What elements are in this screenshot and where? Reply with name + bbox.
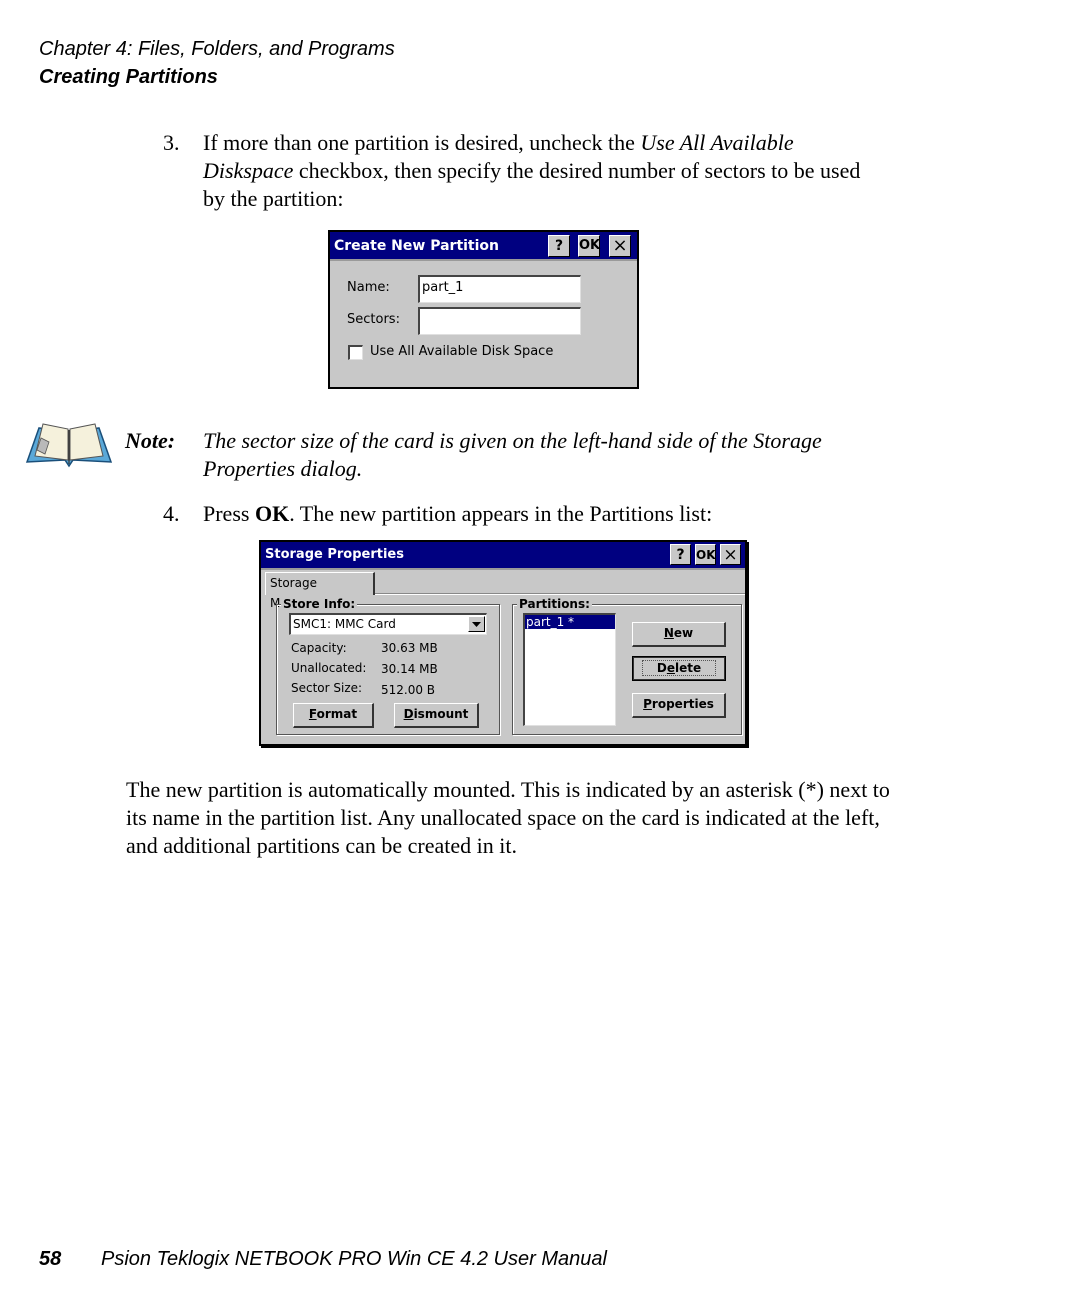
store-info-group: Store Info: SMC1: MMC Card Capacity: 30.… — [276, 597, 500, 735]
checkbox-label[interactable]: Use All Available Disk Space — [370, 344, 553, 359]
button-label: ew — [673, 626, 694, 640]
step-bold: OK — [254, 501, 290, 526]
group-title: Partitions: — [517, 597, 592, 611]
new-button[interactable]: New — [632, 622, 726, 647]
note-text: The sector size of the card is given on … — [203, 428, 822, 481]
chevron-down-icon — [472, 622, 481, 627]
open-book-icon — [25, 420, 113, 468]
mnemonic: e — [666, 661, 675, 675]
button-label: ismount — [413, 707, 469, 721]
dialog-titlebar: Storage Properties ? OK × — [261, 542, 745, 570]
note-label: Note: — [125, 428, 176, 453]
store-select[interactable]: SMC1: MMC Card — [289, 613, 487, 635]
dialog-titlebar: Create New Partition ? OK × — [330, 232, 637, 261]
dialog-title: Storage Properties — [265, 547, 404, 562]
properties-button[interactable]: Properties — [632, 693, 726, 718]
dropdown-arrow-button[interactable] — [468, 616, 485, 632]
step-text-part: checkbox, then specify the desired numbe… — [203, 158, 861, 211]
button-label: roperties — [651, 697, 714, 711]
sector-size-value: 512.00 B — [381, 683, 436, 697]
body-paragraph: The new partition is automatically mount… — [126, 777, 890, 858]
tab-strip-line — [374, 593, 745, 595]
page-footer: 58 Psion Teklogix NETBOOK PRO Win CE 4.2… — [39, 1248, 607, 1271]
chapter-heading: Chapter 4: Files, Folders, and Programs — [39, 38, 395, 60]
step-text-part: Press — [203, 501, 255, 526]
section-heading: Creating Partitions — [39, 66, 218, 88]
dialog-title: Create New Partition — [334, 238, 500, 254]
capacity-value: 30.63 MB — [381, 641, 438, 655]
step-text: Press OK. The new partition appears in t… — [203, 500, 883, 528]
use-all-space-checkbox[interactable] — [348, 345, 363, 360]
storage-properties-dialog: Storage Properties ? OK × Storage Manage… — [259, 540, 747, 746]
step-text-part: . The new partition appears in the Parti… — [289, 501, 713, 526]
mnemonic: P — [643, 697, 652, 711]
focus-rect: Delete — [641, 660, 717, 676]
format-button[interactable]: Format — [293, 703, 374, 728]
store-select-value: SMC1: MMC Card — [293, 617, 396, 631]
capacity-label: Capacity: — [291, 641, 347, 655]
partitions-list[interactable]: part_1 * — [523, 613, 616, 726]
mnemonic: D — [403, 707, 414, 721]
unallocated-value: 30.14 MB — [381, 662, 438, 676]
sectors-label: Sectors: — [347, 312, 400, 327]
mnemonic: N — [663, 626, 674, 640]
create-partition-dialog: Create New Partition ? OK × Name: part_1… — [328, 230, 639, 389]
manual-title: Psion Teklogix NETBOOK PRO Win CE 4.2 Us… — [101, 1248, 607, 1270]
name-label: Name: — [347, 280, 390, 295]
partitions-group: Partitions: part_1 * New Delete Properti… — [512, 597, 742, 735]
step-text: If more than one partition is desired, u… — [203, 129, 883, 213]
group-title: Store Info: — [281, 597, 358, 611]
button-label: lete — [674, 661, 702, 675]
help-button[interactable]: ? — [670, 544, 691, 565]
unallocated-label: Unallocated: — [291, 661, 367, 675]
close-button[interactable]: × — [609, 235, 631, 257]
close-button[interactable]: × — [720, 544, 741, 565]
ok-button[interactable]: OK — [695, 544, 716, 565]
delete-button[interactable]: Delete — [632, 656, 726, 681]
button-label: D — [656, 661, 667, 675]
step-number: 4. — [163, 501, 180, 526]
button-label: ormat — [316, 707, 358, 721]
dismount-button[interactable]: Dismount — [394, 703, 479, 728]
name-input[interactable]: part_1 — [418, 275, 581, 303]
step-text-part: If more than one partition is desired, u… — [203, 130, 641, 155]
sectors-input[interactable] — [418, 307, 581, 335]
mnemonic: F — [308, 707, 317, 721]
tab-storage-manager[interactable]: Storage Manager — [265, 572, 375, 610]
sector-size-label: Sector Size: — [291, 681, 363, 695]
page-number: 58 — [39, 1248, 62, 1270]
ok-button[interactable]: OK — [578, 235, 600, 257]
step-number: 3. — [163, 130, 180, 155]
partition-item-selected[interactable]: part_1 * — [525, 615, 615, 629]
help-button[interactable]: ? — [548, 235, 570, 257]
